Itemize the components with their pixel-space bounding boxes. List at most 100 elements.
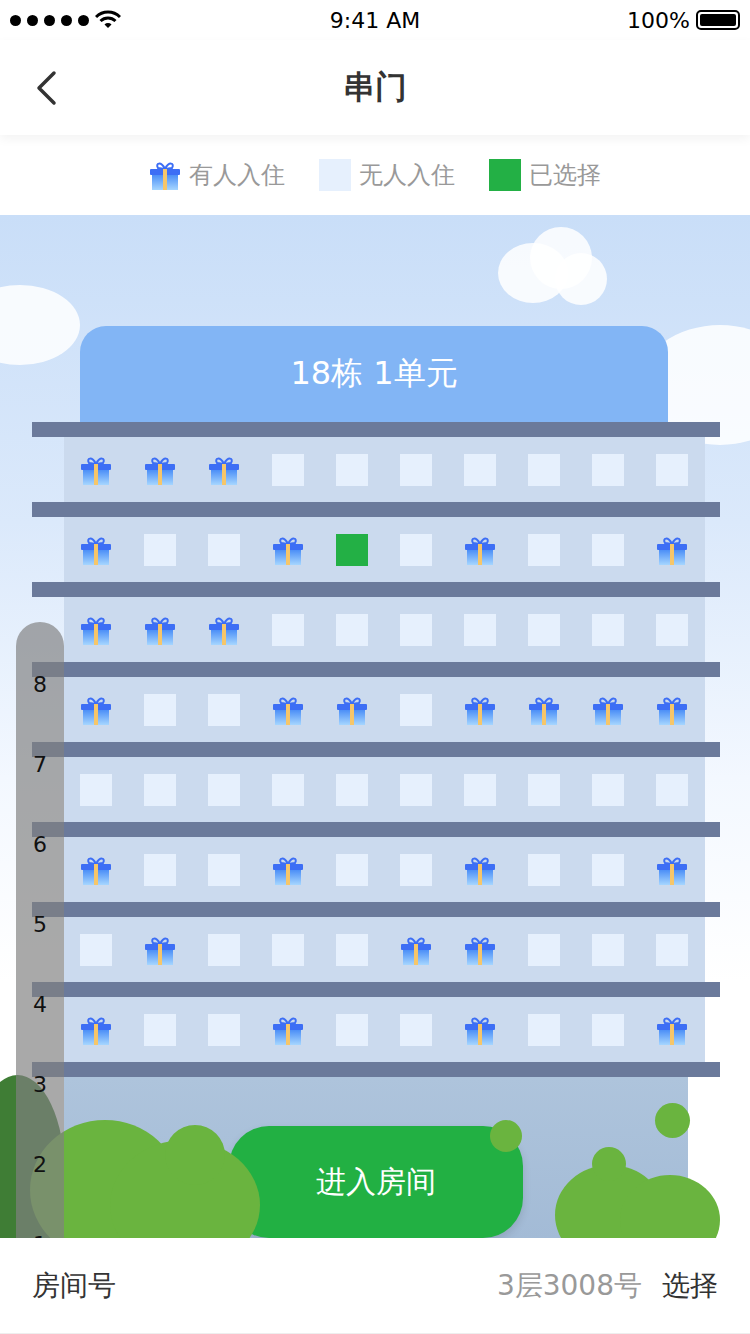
- room[interactable]: [592, 774, 624, 806]
- room[interactable]: [208, 774, 240, 806]
- room[interactable]: [208, 694, 240, 726]
- room[interactable]: [144, 614, 176, 646]
- room[interactable]: [208, 454, 240, 486]
- back-button[interactable]: [0, 70, 96, 106]
- room-window: [400, 854, 432, 886]
- floor-beam: [32, 982, 720, 997]
- room[interactable]: [80, 854, 112, 886]
- room[interactable]: [80, 774, 112, 806]
- room[interactable]: [144, 454, 176, 486]
- room[interactable]: [208, 534, 240, 566]
- room[interactable]: [528, 1014, 560, 1046]
- enter-room-button[interactable]: 进入房间: [229, 1126, 523, 1238]
- room[interactable]: [144, 774, 176, 806]
- room[interactable]: [400, 1014, 432, 1046]
- room[interactable]: [528, 694, 560, 726]
- room[interactable]: [400, 454, 432, 486]
- bush: [592, 1147, 626, 1181]
- room-window: [336, 854, 368, 886]
- room-window: [656, 454, 688, 486]
- room[interactable]: [336, 1014, 368, 1046]
- room[interactable]: [80, 454, 112, 486]
- room[interactable]: [208, 1014, 240, 1046]
- room[interactable]: [80, 1014, 112, 1046]
- room-window: [592, 1014, 624, 1046]
- room[interactable]: [144, 934, 176, 966]
- room[interactable]: [528, 854, 560, 886]
- gift-icon: [144, 614, 176, 646]
- room[interactable]: [144, 1014, 176, 1046]
- gift-icon: [80, 534, 112, 566]
- room[interactable]: [144, 854, 176, 886]
- legend: 有人入住无人入住已选择: [0, 135, 750, 215]
- room[interactable]: [272, 854, 304, 886]
- room[interactable]: [336, 694, 368, 726]
- room[interactable]: [464, 1014, 496, 1046]
- room[interactable]: [144, 534, 176, 566]
- room[interactable]: [656, 774, 688, 806]
- room[interactable]: [656, 534, 688, 566]
- room[interactable]: [272, 454, 304, 486]
- choose-button[interactable]: 选择: [662, 1267, 718, 1305]
- room[interactable]: [656, 934, 688, 966]
- gift-icon: [656, 854, 688, 886]
- room[interactable]: [272, 934, 304, 966]
- room[interactable]: [336, 614, 368, 646]
- room[interactable]: [592, 1014, 624, 1046]
- room[interactable]: [336, 534, 368, 566]
- room-window: [80, 774, 112, 806]
- room[interactable]: [592, 454, 624, 486]
- room[interactable]: [272, 1014, 304, 1046]
- room[interactable]: [464, 774, 496, 806]
- gift-icon: [336, 694, 368, 726]
- room[interactable]: [208, 934, 240, 966]
- room[interactable]: [464, 534, 496, 566]
- room[interactable]: [528, 774, 560, 806]
- room[interactable]: [336, 774, 368, 806]
- room[interactable]: [656, 854, 688, 886]
- gift-icon: [80, 1014, 112, 1046]
- room[interactable]: [208, 614, 240, 646]
- room[interactable]: [400, 694, 432, 726]
- floor-label: 7: [16, 732, 64, 797]
- room[interactable]: [400, 774, 432, 806]
- room[interactable]: [400, 934, 432, 966]
- room[interactable]: [592, 614, 624, 646]
- room[interactable]: [464, 934, 496, 966]
- room[interactable]: [592, 534, 624, 566]
- room[interactable]: [656, 1014, 688, 1046]
- room[interactable]: [400, 534, 432, 566]
- room[interactable]: [400, 614, 432, 646]
- room[interactable]: [528, 534, 560, 566]
- room[interactable]: [528, 454, 560, 486]
- room[interactable]: [80, 614, 112, 646]
- room[interactable]: [656, 454, 688, 486]
- room[interactable]: [592, 694, 624, 726]
- room[interactable]: [528, 614, 560, 646]
- room[interactable]: [144, 694, 176, 726]
- room[interactable]: [272, 614, 304, 646]
- room-window: [272, 934, 304, 966]
- room[interactable]: [80, 534, 112, 566]
- room[interactable]: [208, 854, 240, 886]
- room[interactable]: [272, 534, 304, 566]
- room[interactable]: [592, 934, 624, 966]
- room[interactable]: [336, 854, 368, 886]
- room[interactable]: [80, 934, 112, 966]
- legend-item: 有人入住: [149, 159, 285, 191]
- room[interactable]: [336, 454, 368, 486]
- room[interactable]: [272, 694, 304, 726]
- room[interactable]: [272, 774, 304, 806]
- room[interactable]: [592, 854, 624, 886]
- room[interactable]: [464, 854, 496, 886]
- room[interactable]: [80, 694, 112, 726]
- room[interactable]: [656, 614, 688, 646]
- back-icon[interactable]: [34, 70, 58, 106]
- room[interactable]: [464, 694, 496, 726]
- room[interactable]: [464, 614, 496, 646]
- room[interactable]: [528, 934, 560, 966]
- room[interactable]: [336, 934, 368, 966]
- room[interactable]: [464, 454, 496, 486]
- room[interactable]: [656, 694, 688, 726]
- room[interactable]: [400, 854, 432, 886]
